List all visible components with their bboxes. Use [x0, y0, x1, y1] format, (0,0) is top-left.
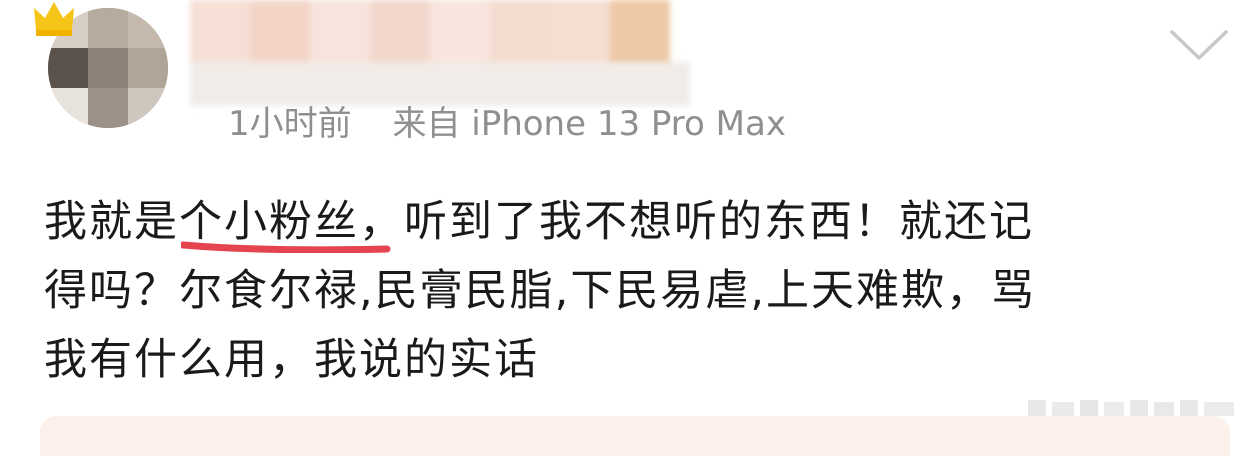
content-line-2: 得吗？尔食尔禄,民膏民脂,下民易虐,上天难欺，骂	[44, 266, 1037, 316]
post-source: 来自 iPhone 13 Pro Max	[392, 104, 786, 144]
highlighted-phrase: 个小粉丝	[179, 188, 391, 257]
weibo-comment-card: 1小时前 来自 iPhone 13 Pro Max 我就是个小粉丝 ，听到了我不想…	[0, 0, 1260, 456]
content-line-1: 我就是个小粉丝 ，听到了我不想听的东西！就还记	[44, 188, 1234, 257]
post-meta: 1小时前 来自 iPhone 13 Pro Max	[228, 96, 786, 145]
username-blurred[interactable]	[120, 0, 760, 110]
content-text: ，听到了我不想听的东西！就还记	[359, 197, 1034, 247]
crown-icon	[34, 2, 74, 36]
content-text: 我就是	[44, 197, 179, 247]
red-underline-mark	[181, 241, 391, 253]
content-line-3: 我有什么用，我说的实话	[44, 335, 539, 385]
post-time: 1小时前	[228, 104, 352, 144]
post-content: 我就是个小粉丝 ，听到了我不想听的东西！就还记 得吗？尔食尔禄,民膏民脂,下民易虐…	[44, 188, 1234, 395]
quoted-post-card[interactable]	[40, 416, 1230, 456]
chevron-down-icon[interactable]	[1168, 26, 1230, 66]
